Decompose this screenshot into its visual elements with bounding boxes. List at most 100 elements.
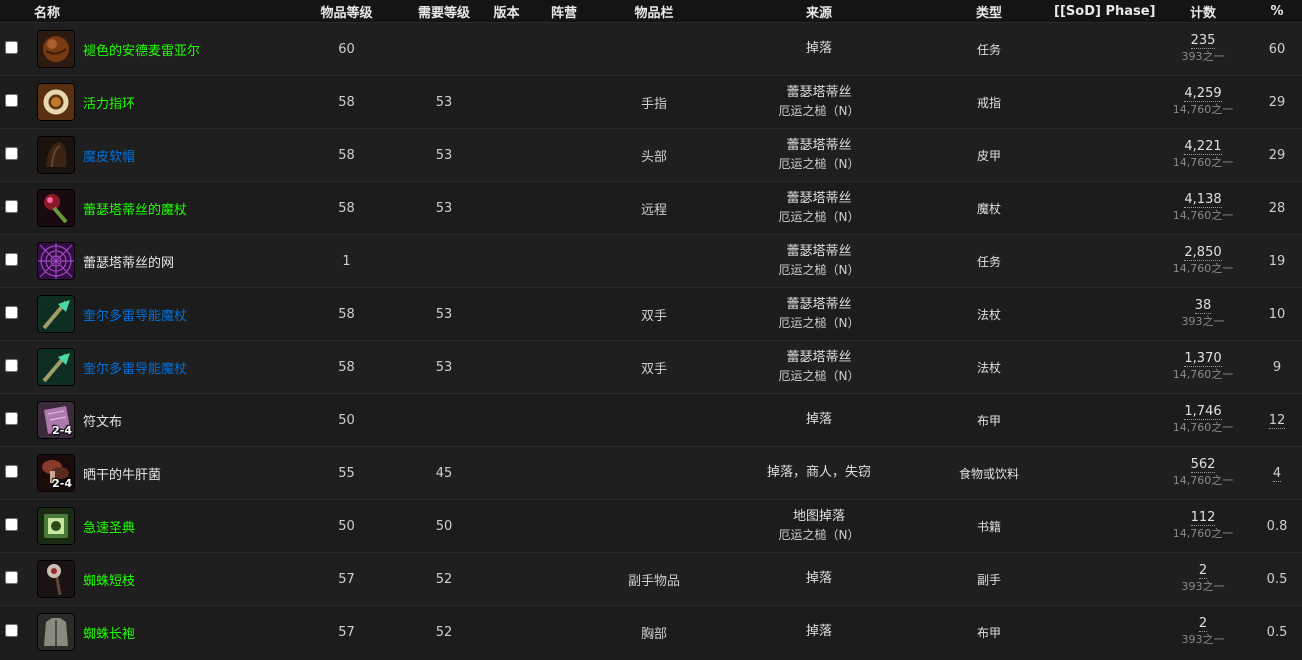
row-checkbox[interactable] [5, 93, 18, 107]
count-value[interactable]: 1,746 [1184, 404, 1222, 420]
item-type[interactable]: 魔杖 [924, 182, 1054, 235]
header-phase[interactable]: [[SoD] Phase] [1054, 0, 1156, 23]
count-value[interactable]: 1,370 [1184, 351, 1222, 367]
item-type[interactable]: 任务 [924, 235, 1054, 288]
item-type[interactable]: 法杖 [924, 341, 1054, 394]
source-main[interactable]: 掉落 [714, 411, 924, 429]
count-value[interactable]: 2 [1198, 616, 1208, 633]
table-row[interactable]: 奎尔多雷导能魔杖 58 53 双手 蕾瑟塔蒂丝 厄运之槌（N） 法杖 38 39… [0, 287, 1302, 341]
item-name-link[interactable]: 褪色的安德麦雷亚尔 [83, 40, 200, 59]
source-sub[interactable]: 厄运之槌（N） [714, 155, 924, 173]
row-checkbox[interactable] [5, 358, 18, 372]
count-value[interactable]: 4,259 [1184, 86, 1222, 102]
source-main[interactable]: 掉落，商人，失窃 [714, 464, 924, 482]
staff-icon[interactable] [37, 348, 75, 386]
source-main[interactable]: 蕾瑟塔蒂丝 [714, 243, 924, 261]
table-row[interactable]: 奎尔多雷导能魔杖 58 53 双手 蕾瑟塔蒂丝 厄运之槌（N） 法杖 1,370… [0, 340, 1302, 394]
item-name-link[interactable]: 奎尔多雷导能魔杖 [83, 305, 187, 324]
item-name-link[interactable]: 蕾瑟塔蒂丝的魔杖 [83, 199, 187, 218]
header-version[interactable]: 版本 [479, 0, 535, 23]
row-checkbox[interactable] [5, 623, 18, 637]
item-name-link[interactable]: 蜘蛛长袍 [83, 623, 135, 642]
wand-icon[interactable] [37, 189, 75, 227]
item-name-link[interactable]: 活力指环 [83, 93, 135, 112]
header-type[interactable]: 类型 [924, 0, 1055, 23]
count-value[interactable]: 4,221 [1184, 139, 1222, 155]
table-row[interactable]: 蜘蛛短枝 57 52 副手物品 掉落 副手 2 393之一 0.5 [0, 552, 1302, 606]
hat-icon[interactable] [37, 136, 75, 174]
row-checkbox[interactable] [5, 252, 18, 266]
row-checkbox[interactable] [5, 517, 18, 531]
count-value[interactable]: 38 [1194, 298, 1212, 314]
item-type[interactable]: 戒指 [924, 76, 1054, 129]
table-row[interactable]: 活力指环 58 53 手指 蕾瑟塔蒂丝 厄运之槌（N） 戒指 4,259 14,… [0, 75, 1302, 129]
row-checkbox[interactable] [5, 411, 18, 425]
brown-orb-icon[interactable] [37, 30, 75, 68]
count-value[interactable]: 4,138 [1184, 192, 1222, 208]
item-name-link[interactable]: 蕾瑟塔蒂丝的网 [83, 252, 174, 271]
item-type[interactable]: 食物或饮料 [924, 447, 1054, 500]
row-checkbox[interactable] [5, 199, 18, 213]
source-main[interactable]: 蕾瑟塔蒂丝 [714, 84, 924, 102]
staff-icon[interactable] [37, 295, 75, 333]
robe-icon[interactable] [37, 613, 75, 652]
count-value[interactable]: 2 [1198, 563, 1208, 579]
row-checkbox[interactable] [5, 570, 18, 584]
source-main[interactable]: 掉落 [714, 623, 924, 641]
row-checkbox[interactable] [5, 464, 18, 478]
item-name-link[interactable]: 符文布 [83, 411, 122, 430]
source-sub[interactable]: 厄运之槌（N） [714, 367, 924, 385]
header-name[interactable]: 名称 [0, 0, 285, 23]
source-main[interactable]: 掉落 [714, 570, 924, 588]
header-count[interactable]: 计数 [1154, 0, 1253, 23]
table-row[interactable]: 2-4 晒干的牛肝菌 55 45 掉落，商人，失窃 食物或饮料 562 14,7… [0, 446, 1302, 500]
item-name-link[interactable]: 晒干的牛肝菌 [83, 464, 161, 483]
item-type[interactable]: 布甲 [924, 394, 1054, 447]
web-icon[interactable] [37, 242, 75, 280]
count-value[interactable]: 235 [1190, 33, 1216, 49]
item-name-link[interactable]: 魔皮软帽 [83, 146, 135, 165]
table-row[interactable]: 魔皮软帽 58 53 头部 蕾瑟塔蒂丝 厄运之槌（N） 皮甲 4,221 14,… [0, 128, 1302, 182]
header-req-level[interactable]: 需要等级 [409, 0, 480, 23]
row-checkbox[interactable] [5, 305, 18, 319]
item-type[interactable]: 任务 [924, 23, 1054, 76]
header-source[interactable]: 来源 [714, 0, 925, 23]
source-sub[interactable]: 厄运之槌（N） [714, 208, 924, 226]
mushroom-icon[interactable]: 2-4 [37, 454, 75, 492]
ring-icon[interactable] [37, 83, 75, 121]
source-sub[interactable]: 厄运之槌（N） [714, 314, 924, 332]
table-row[interactable]: 蕾瑟塔蒂丝的魔杖 58 53 远程 蕾瑟塔蒂丝 厄运之槌（N） 魔杖 4,138… [0, 181, 1302, 235]
item-name-link[interactable]: 蜘蛛短枝 [83, 570, 135, 589]
table-row[interactable]: 急速圣典 50 50 地图掉落 厄运之槌（N） 书籍 112 14,760之一 … [0, 499, 1302, 553]
source-main[interactable]: 蕾瑟塔蒂丝 [714, 137, 924, 155]
item-name-link[interactable]: 急速圣典 [83, 517, 135, 536]
header-percent[interactable]: % [1252, 0, 1302, 23]
count-value[interactable]: 112 [1190, 510, 1216, 526]
table-row[interactable]: 蕾瑟塔蒂丝的网 1 蕾瑟塔蒂丝 厄运之槌（N） 任务 2,850 14,760之… [0, 234, 1302, 288]
item-type[interactable]: 皮甲 [924, 129, 1054, 182]
item-name-link[interactable]: 奎尔多雷导能魔杖 [83, 358, 187, 377]
row-checkbox[interactable] [5, 40, 18, 54]
book-icon[interactable] [37, 507, 75, 545]
item-type[interactable]: 布甲 [924, 606, 1054, 659]
source-main[interactable]: 蕾瑟塔蒂丝 [714, 296, 924, 314]
table-row[interactable]: 2-4 符文布 50 掉落 布甲 1,746 14,760之一 12 [0, 393, 1302, 447]
item-type[interactable]: 书籍 [924, 500, 1054, 553]
header-slot[interactable]: 物品栏 [594, 0, 715, 23]
cloth-icon[interactable]: 2-4 [37, 401, 75, 439]
source-sub[interactable]: 厄运之槌（N） [714, 102, 924, 120]
source-sub[interactable]: 厄运之槌（N） [714, 526, 924, 544]
source-main[interactable]: 蕾瑟塔蒂丝 [714, 349, 924, 367]
item-type[interactable]: 法杖 [924, 288, 1054, 341]
header-faction[interactable]: 阵营 [534, 0, 595, 23]
table-row[interactable]: 褪色的安德麦雷亚尔 60 掉落 任务 235 393之一 60 [0, 22, 1302, 76]
header-item-level[interactable]: 物品等级 [284, 0, 410, 23]
source-main[interactable]: 蕾瑟塔蒂丝 [714, 190, 924, 208]
row-checkbox[interactable] [5, 146, 18, 160]
source-sub[interactable]: 厄运之槌（N） [714, 261, 924, 279]
item-type[interactable]: 副手 [924, 553, 1054, 606]
count-value[interactable]: 2,850 [1184, 245, 1222, 261]
table-row[interactable]: 蜘蛛长袍 57 52 胸部 掉落 布甲 2 393之一 0.5 [0, 605, 1302, 659]
source-main[interactable]: 掉落 [714, 40, 924, 58]
count-value[interactable]: 562 [1190, 457, 1216, 473]
